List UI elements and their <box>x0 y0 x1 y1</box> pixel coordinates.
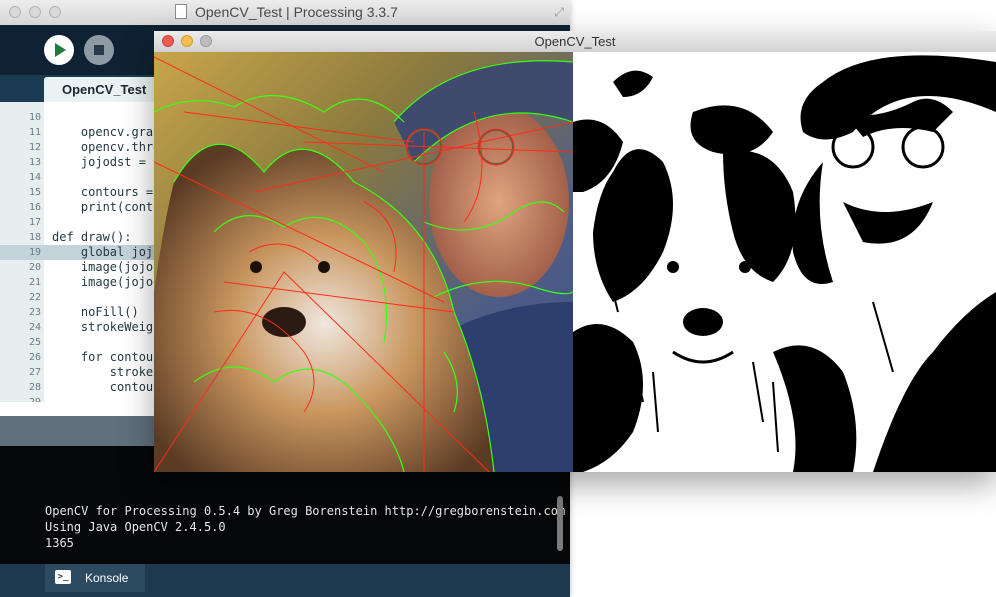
line-number: 16 <box>28 202 41 213</box>
code-text: print(conto <box>52 200 161 214</box>
line-number: 15 <box>28 187 41 198</box>
ide-bottom-bar: >_ Konsole <box>0 564 570 597</box>
line-number: 10 <box>28 112 41 123</box>
line-number: 17 <box>28 217 41 228</box>
ide-close-button[interactable] <box>9 6 21 18</box>
tab-opencv-test[interactable]: OpenCV_Test <box>44 77 160 102</box>
line-number: 21 <box>28 277 41 288</box>
line-number: 12 <box>28 142 41 153</box>
run-button[interactable] <box>44 35 74 65</box>
code-text: opencv.thre <box>52 140 161 154</box>
line-number: 24 <box>28 322 41 333</box>
sketch-window-title: OpenCV_Test <box>534 34 616 49</box>
line-number: 19 <box>28 247 41 258</box>
terminal-icon: >_ <box>55 570 71 584</box>
line-number: 22 <box>28 292 41 303</box>
console-output: OpenCV for Processing 0.5.4 by Greg Bore… <box>45 503 565 551</box>
threshold-image <box>573 52 996 472</box>
sketch-titlebar: OpenCV_Test <box>154 31 996 53</box>
console-line: OpenCV for Processing 0.5.4 by Greg Bore… <box>45 504 566 518</box>
code-text: contour <box>52 380 161 394</box>
stop-button[interactable] <box>84 35 114 65</box>
code-text: jojodst = c <box>52 155 161 169</box>
opencv-sketch-window: OpenCV_Test <box>154 31 996 472</box>
code-text: image(jojos <box>52 260 161 274</box>
line-number: 26 <box>28 352 41 363</box>
code-text: global jojo <box>52 245 161 259</box>
ide-minimize-button[interactable] <box>29 6 41 18</box>
console-tab-label: Konsole <box>85 571 129 585</box>
code-text: noFill() <box>52 305 139 319</box>
line-number: 20 <box>28 262 41 273</box>
code-text: def draw(): <box>52 230 132 244</box>
line-number: 14 <box>28 172 41 183</box>
line-number: 13 <box>28 157 41 168</box>
line-number: 18 <box>28 232 41 243</box>
code-text: for contour <box>52 350 161 364</box>
line-number: 11 <box>28 127 41 138</box>
document-icon <box>175 4 187 19</box>
line-number: 29 <box>0 395 41 402</box>
line-number: 23 <box>28 307 41 318</box>
line-number: 25 <box>28 337 41 348</box>
ide-zoom-button[interactable] <box>49 6 61 18</box>
line-number: 28 <box>28 382 41 393</box>
code-text: opencv.gray <box>52 125 161 139</box>
console-line: Using Java OpenCV 2.4.5.0 <box>45 520 226 534</box>
line-number: 27 <box>28 367 41 378</box>
console-scrollbar[interactable] <box>557 496 563 551</box>
code-text: image(jojod <box>52 275 161 289</box>
code-text: contours = <box>52 185 154 199</box>
code-text: stroke( <box>52 365 161 379</box>
ide-window-title: OpenCV_Test | Processing 3.3.7 <box>175 4 398 20</box>
contour-overlay-image <box>154 52 573 472</box>
console-tab[interactable]: >_ Konsole <box>45 564 145 592</box>
console-line: 1365 <box>45 536 74 550</box>
code-text: strokeWeigh <box>52 320 161 334</box>
fullscreen-icon[interactable]: ⤢ <box>554 5 564 20</box>
ide-titlebar: OpenCV_Test | Processing 3.3.7 ⤢ <box>0 0 570 26</box>
